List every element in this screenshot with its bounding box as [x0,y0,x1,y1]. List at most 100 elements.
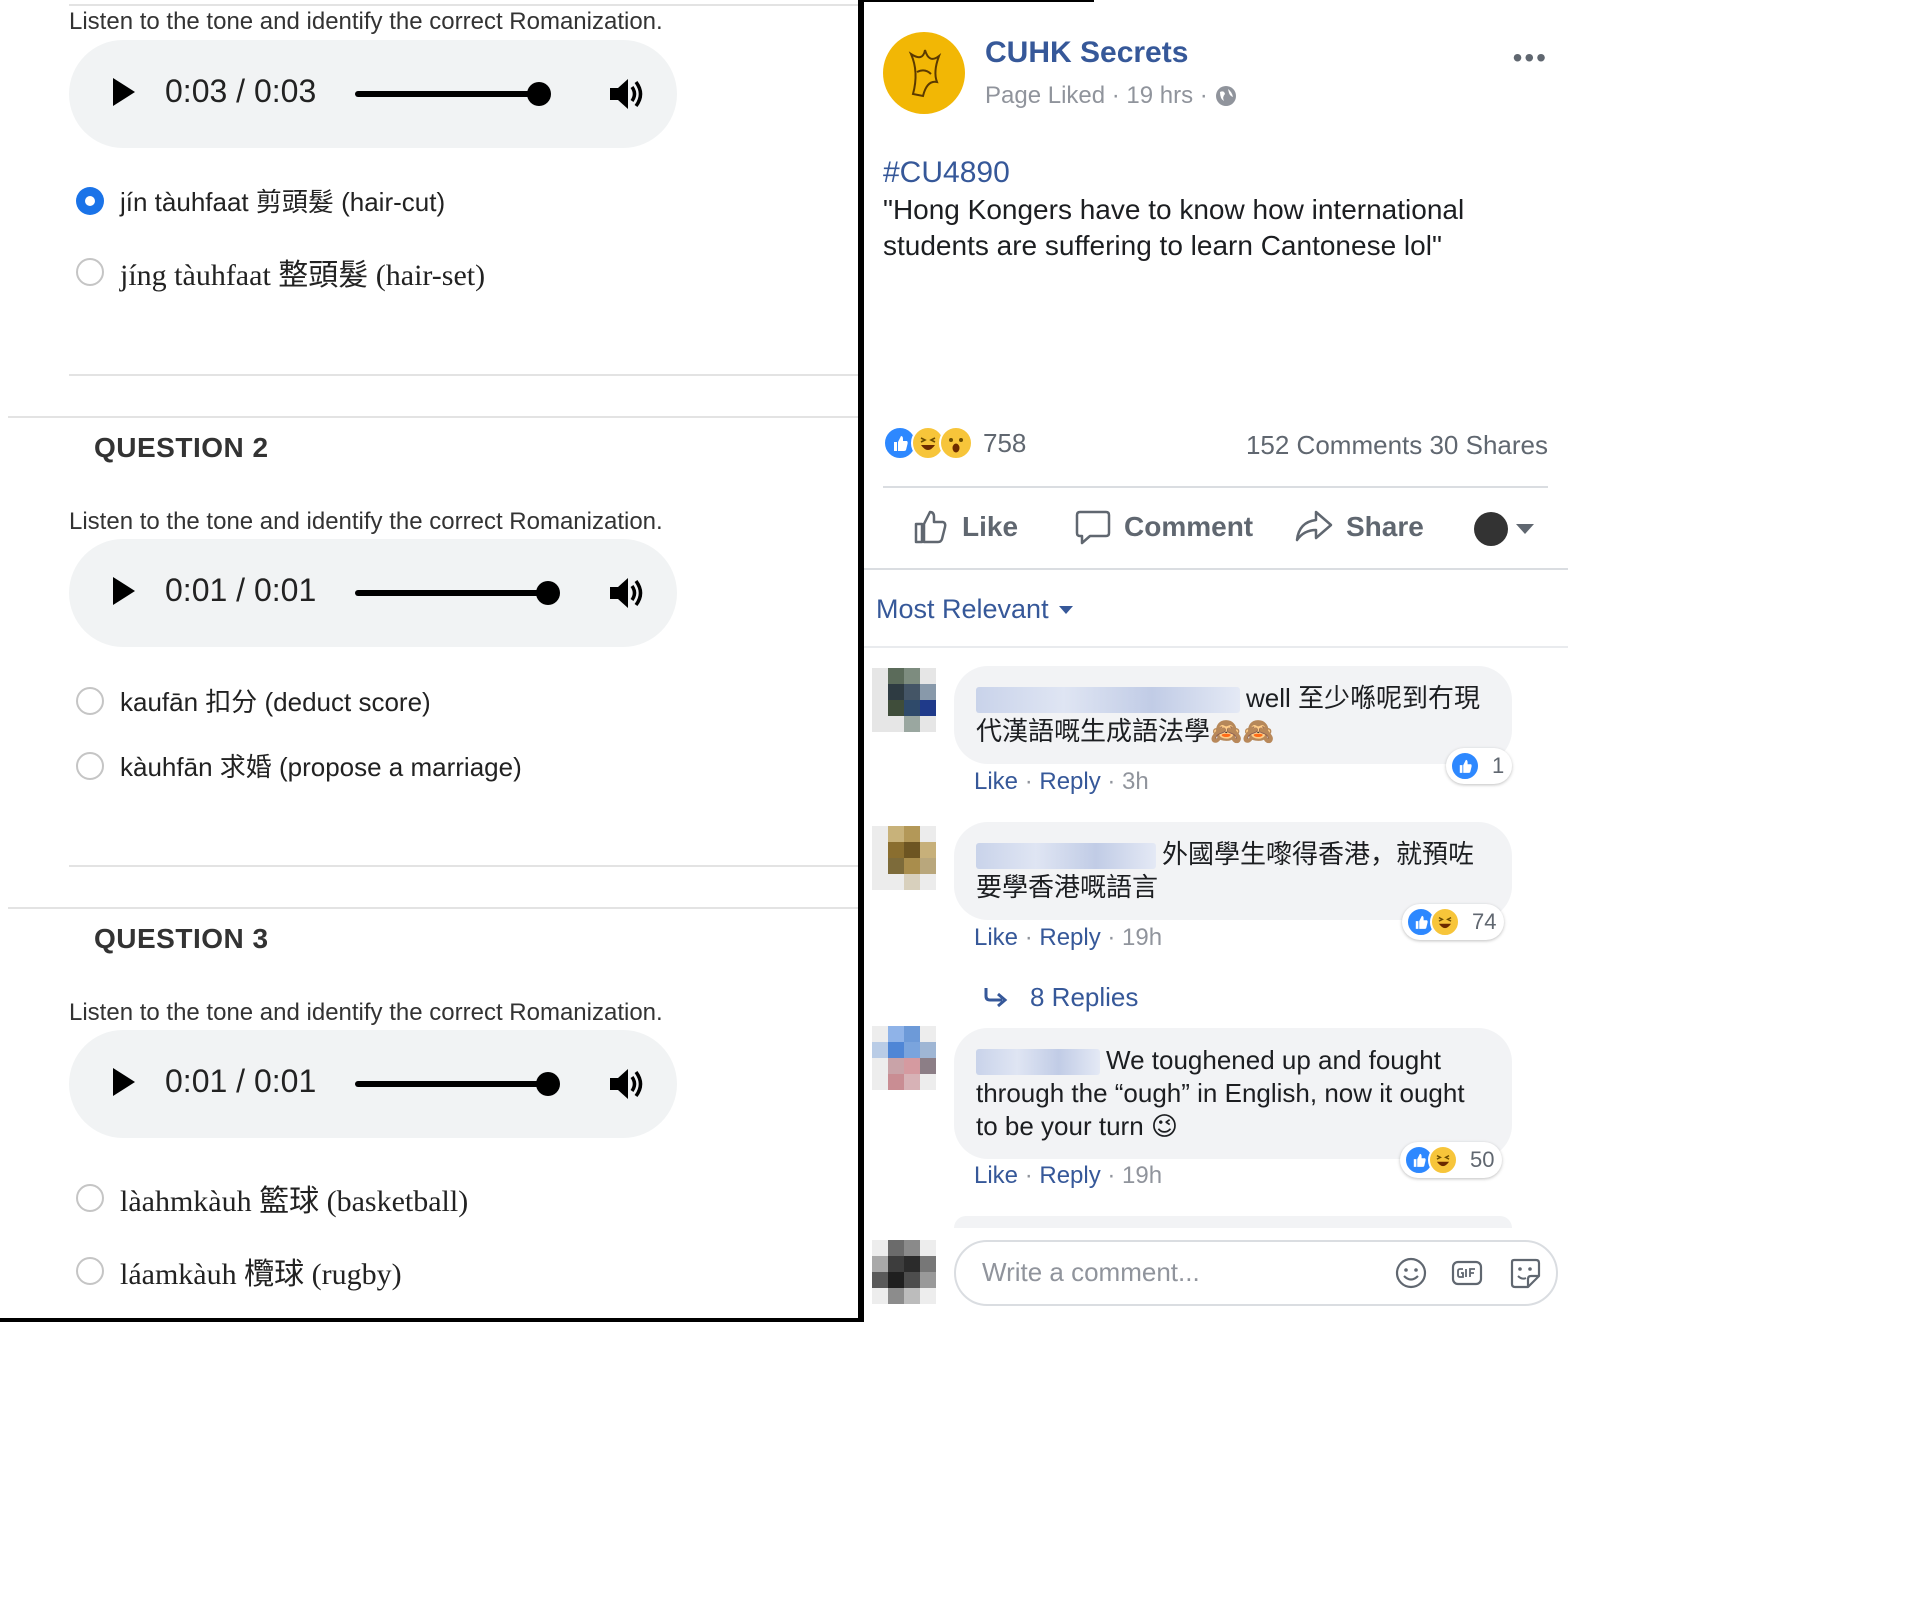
page-name-link[interactable]: CUHK Secrets [985,36,1188,70]
comment-time[interactable]: 19h [1122,1162,1162,1189]
q3-instruction: Listen to the tone and identify the corr… [69,999,663,1026]
q3-audio-time: 0:01 / 0:01 [165,1063,317,1099]
q2-option-1[interactable]: kaufān 扣分 (deduct score) [76,682,431,719]
q2-audio-player: 0:01 / 0:01 [69,539,677,647]
radio-unselected[interactable] [76,1184,104,1212]
q3-seek-handle[interactable] [536,1072,560,1096]
post-meta: Page Liked · 19 hrs · [985,82,1238,110]
comment-reaction-badge[interactable]: 1 [1446,748,1513,784]
q2-option-2[interactable]: kàuhfān 求婚 (propose a marriage) [76,747,522,784]
comment-like-link[interactable]: Like [974,768,1018,795]
viewer-avatar [1474,512,1508,546]
haha-reaction-icon [1428,1145,1458,1175]
page-avatar[interactable] [883,32,965,114]
q2-instruction: Listen to the tone and identify the corr… [69,508,663,535]
option-label: kaufān 扣分 (deduct score) [120,687,431,717]
hashtag-link[interactable]: #CU4890 [883,156,1010,190]
play-icon[interactable] [113,1068,135,1096]
bottom-border [0,1318,858,1322]
option-label: jíng tàuhfaat 整頭髮 (hair-set) [120,259,486,292]
volume-icon[interactable] [606,573,646,613]
share-label: Share [1346,511,1424,542]
q1-instruction: Listen to the tone and identify the corr… [69,8,663,35]
chevron-down-icon [1516,524,1534,534]
volume-icon[interactable] [606,74,646,114]
q1-audio-player: 0:03 / 0:03 [69,40,677,148]
viewer-avatar [872,1240,936,1304]
quiz-panel: Listen to the tone and identify the corr… [0,0,858,1322]
option-label: jín tàuhfaat 剪頭髮 (hair-cut) [120,187,446,217]
section-divider [69,865,858,867]
blurred-commenter-name[interactable] [976,1049,1100,1076]
like-label: Like [962,511,1019,542]
comment-like-link[interactable]: Like [974,1162,1018,1189]
section-divider [8,907,858,909]
reaction-summary[interactable]: 758 [883,426,1026,460]
q1-audio-seekbar[interactable] [355,91,549,97]
q2-audio-seekbar[interactable] [355,590,549,596]
post-text: "Hong Kongers have to know how internati… [883,194,1465,261]
radio-unselected[interactable] [76,1257,104,1285]
comment-button[interactable]: Comment [1074,508,1253,546]
reaction-count: 758 [983,427,1027,458]
comments-top-separator [864,568,1568,570]
commenter-avatar[interactable] [872,668,936,732]
radio-unselected[interactable] [76,686,104,715]
comment-reaction-badge[interactable]: 50 [1400,1142,1503,1178]
comment-bubble: well 至少喺呢到冇現代漢語嘅生成語法學🙈🙈 [954,666,1512,764]
q3-option-1[interactable]: làahmkàuh 籃球 (basketball) [76,1176,468,1220]
like-button[interactable]: Like [912,508,1018,546]
comment-sort-dropdown[interactable]: Most Relevant [876,594,1073,625]
comment-bubble: We toughened up and fought through the “… [954,1028,1512,1159]
sticker-icon[interactable] [1508,1256,1542,1290]
more-options-icon[interactable]: ••• [1513,42,1548,74]
comment-sort-label: Most Relevant [876,594,1049,624]
comment-input[interactable] [980,1256,1374,1289]
comment-reaction-badge[interactable]: 74 [1402,904,1505,940]
haha-reaction-icon [1430,907,1460,937]
comment-reaction-count: 74 [1472,909,1497,934]
radio-selected[interactable] [76,186,104,215]
emoji-icon[interactable] [1394,1256,1428,1290]
q3-option-2[interactable]: láamkàuh 欖球 (rugby) [76,1249,402,1293]
actions-top-separator [883,486,1548,488]
q1-option-2[interactable]: jíng tàuhfaat 整頭髮 (hair-set) [76,250,485,294]
comment-reaction-count: 1 [1492,753,1505,778]
comment-reply-link[interactable]: Reply [1039,768,1100,795]
globe-icon[interactable] [1214,84,1238,108]
post-meta-text: Page Liked · 19 hrs · [985,82,1208,109]
q1-seek-handle[interactable] [527,82,551,106]
blurred-commenter-name[interactable] [976,843,1156,870]
comment-actions: Like · Reply · 19h [974,924,1163,951]
thumbs-up-icon [914,510,947,544]
comment-like-link[interactable]: Like [974,924,1018,951]
q3-audio-seekbar[interactable] [355,1081,549,1087]
share-button[interactable]: Share [1294,508,1424,546]
comment-time[interactable]: 3h [1122,768,1149,795]
comment-composer[interactable] [954,1240,1558,1306]
comments-shares-count[interactable]: 152 Comments 30 Shares [1246,430,1548,461]
commenter-avatar[interactable] [872,826,936,890]
post-as-selector[interactable] [1474,512,1534,546]
top-divider [69,4,858,6]
q1-option-1[interactable]: jín tàuhfaat 剪頭髮 (hair-cut) [76,182,445,219]
comment-reply-link[interactable]: Reply [1039,1162,1100,1189]
play-icon[interactable] [113,78,135,106]
next-comment-edge [954,1216,1512,1228]
volume-icon[interactable] [606,1064,646,1104]
comment-reply-link[interactable]: Reply [1039,924,1100,951]
view-replies-link[interactable]: 8 Replies [982,982,1138,1013]
commenter-avatar[interactable] [872,1026,936,1090]
q2-seek-handle[interactable] [536,581,560,605]
play-icon[interactable] [113,577,135,605]
blurred-commenter-name[interactable] [976,687,1240,714]
like-reaction-icon [1450,751,1480,781]
radio-unselected[interactable] [76,258,104,286]
radio-unselected[interactable] [76,751,104,780]
phoenix-logo-icon [908,49,942,98]
comment-label: Comment [1124,511,1254,542]
comment-reaction-count: 50 [1470,1147,1495,1172]
sort-separator [864,646,1568,648]
gif-icon[interactable] [1450,1256,1484,1290]
comment-time[interactable]: 19h [1122,924,1162,951]
